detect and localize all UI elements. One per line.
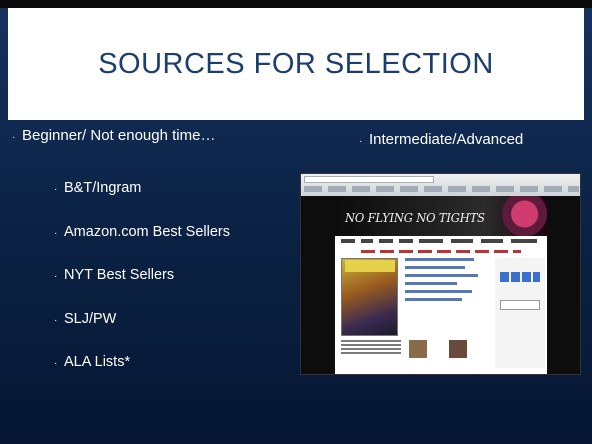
top-strip [0, 0, 592, 8]
website-post-links [405, 258, 491, 330]
list-item: · Amazon.com Best Sellers [54, 224, 230, 268]
left-heading: Beginner/ Not enough time… [22, 127, 216, 144]
list-item-label: SLJ/PW [64, 310, 117, 327]
masked-hero-illustration [491, 196, 547, 236]
list-item: · SLJ/PW [54, 311, 230, 355]
comic-cover-title [345, 260, 395, 272]
right-heading: Intermediate/Advanced [369, 131, 524, 148]
bullet-icon: · [359, 136, 363, 147]
title-box: SOURCES FOR SELECTION [8, 8, 584, 120]
list-item: · NYT Best Sellers [54, 267, 230, 311]
list-item-label: NYT Best Sellers [64, 267, 175, 283]
list-item-label: Amazon.com Best Sellers [64, 223, 231, 240]
website-nav-bar [335, 236, 547, 248]
right-heading-bullet: · Intermediate/Advanced [359, 131, 523, 148]
bullet-icon: · [54, 227, 58, 239]
website-banner-title: NO FLYING NO TIGHTS [345, 211, 485, 225]
search-box [500, 300, 540, 310]
slide: SOURCES FOR SELECTION · Beginner/ Not en… [0, 0, 592, 444]
list-item-label: B&T/Ingram [64, 180, 142, 196]
bullet-icon: · [54, 271, 58, 282]
page-margin-right [546, 196, 580, 374]
left-heading-bullet: · Beginner/ Not enough time… [12, 127, 215, 144]
list-item: · ALA Lists* [54, 354, 230, 398]
right-column: · Intermediate/Advanced [359, 131, 523, 148]
browser-url-bar [304, 176, 434, 183]
page-margin-left [301, 196, 335, 374]
bullet-icon: · [54, 314, 58, 326]
post-thumbnails [405, 334, 491, 364]
bullet-icon: · [12, 132, 16, 143]
list-item: · B&T/Ingram [54, 180, 230, 224]
social-icons [500, 272, 540, 282]
website-subnav [361, 250, 521, 253]
beginner-source-list: · B&T/Ingram · Amazon.com Best Sellers ·… [54, 180, 230, 398]
list-item-label: ALA Lists* [64, 354, 131, 370]
comic-caption [341, 340, 401, 356]
left-column: · Beginner/ Not enough time… [12, 127, 215, 144]
browser-bookmarks-bar [304, 186, 579, 192]
bullet-icon: · [54, 358, 58, 369]
slide-title: SOURCES FOR SELECTION [98, 47, 494, 80]
website-screenshot-image: NO FLYING NO TIGHTS [300, 173, 581, 375]
bullet-icon: · [54, 184, 58, 195]
